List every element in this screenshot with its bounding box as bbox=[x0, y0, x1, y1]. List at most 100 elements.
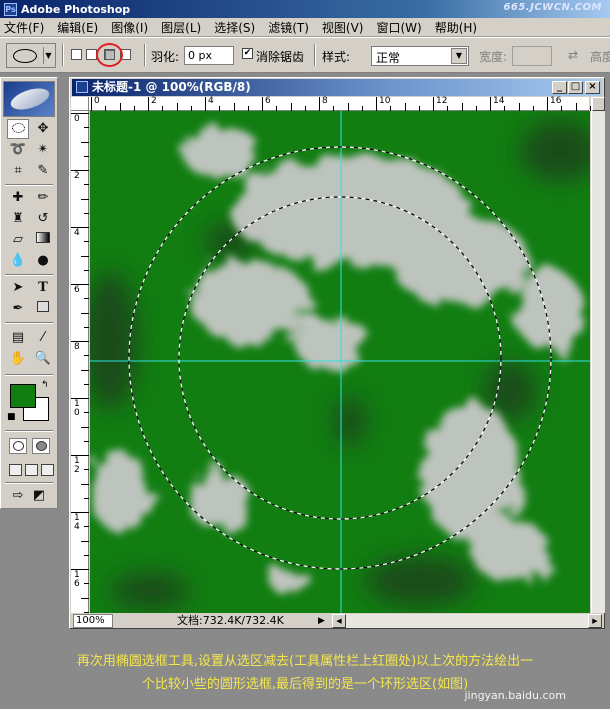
width-input bbox=[512, 46, 552, 66]
feather-input[interactable]: 0 px bbox=[184, 46, 234, 65]
ruler-v-minor-tick bbox=[84, 184, 89, 186]
eraser-tool-icon[interactable]: ▱ bbox=[7, 230, 29, 250]
history-brush-tool-icon[interactable]: ↺ bbox=[32, 209, 54, 229]
scroll-up-arrow[interactable] bbox=[592, 97, 605, 111]
ruler-h-tick: 16 bbox=[547, 97, 561, 111]
horizontal-ruler[interactable]: 0 2 4 6 8 10 12 14 16 bbox=[89, 96, 591, 111]
magic-wand-tool-icon[interactable]: ✴ bbox=[32, 140, 54, 160]
zoom-field[interactable]: 100% bbox=[73, 614, 113, 628]
menu-select[interactable]: 选择(S) bbox=[214, 19, 255, 36]
swap-colors-icon[interactable]: ↰ bbox=[41, 380, 49, 390]
ruler-v-minor-tick bbox=[84, 212, 89, 214]
document-title-bar: 未标题-1 @ 100%(RGB/8) _ □ × bbox=[72, 79, 602, 96]
vertical-ruler[interactable]: 0 2 4 6 8 10 12 14 16 bbox=[71, 111, 89, 613]
ruler-v-tick: 10 bbox=[71, 398, 89, 418]
menu-layer[interactable]: 图层(L) bbox=[161, 19, 201, 36]
new-selection-mode-icon[interactable] bbox=[71, 49, 82, 60]
menu-image[interactable]: 图像(I) bbox=[111, 19, 148, 36]
type-tool-icon[interactable]: T bbox=[32, 278, 54, 298]
minimize-button[interactable]: _ bbox=[552, 81, 567, 94]
menu-window[interactable]: 窗口(W) bbox=[376, 19, 421, 36]
options-divider bbox=[144, 44, 146, 66]
menu-filter[interactable]: 滤镜(T) bbox=[268, 19, 309, 36]
notes-tool-icon[interactable]: ▤ bbox=[7, 328, 29, 348]
ruler-v-minor-tick bbox=[84, 269, 89, 271]
menu-view[interactable]: 视图(V) bbox=[322, 19, 364, 36]
ruler-v-tick: 2 bbox=[71, 170, 89, 181]
marquee-tool-icon[interactable] bbox=[7, 119, 29, 139]
chevron-down-icon: ▼ bbox=[451, 48, 467, 64]
width-label: 宽度: bbox=[479, 50, 508, 64]
clone-stamp-tool-icon[interactable]: ♜ bbox=[7, 209, 29, 229]
tutorial-caption: 再次用椭圆选框工具,设置从选区减去(工具属性栏上红圈处)以上次的方法绘出一 个比… bbox=[0, 636, 610, 709]
red-highlight-circle bbox=[96, 43, 123, 67]
standard-screen-mode-icon[interactable] bbox=[9, 464, 22, 476]
pen-tool-icon[interactable]: ✒ bbox=[7, 299, 29, 319]
toolbox-divider bbox=[5, 184, 53, 186]
ruler-v-label: 10 bbox=[74, 399, 80, 418]
style-label: 样式: bbox=[322, 50, 351, 64]
style-select[interactable]: 正常 ▼ bbox=[371, 46, 469, 66]
ruler-h-label: 2 bbox=[151, 96, 157, 106]
crop-tool-icon[interactable]: ⌗ bbox=[7, 161, 29, 181]
scroll-left-arrow[interactable]: ◀ bbox=[332, 614, 346, 628]
antialias-checkbox[interactable]: ✔ bbox=[242, 48, 253, 59]
status-menu-arrow-icon[interactable]: ▶ bbox=[318, 614, 328, 628]
ruler-v-minor-tick bbox=[81, 597, 89, 599]
swap-icon: ⇄ bbox=[568, 48, 579, 62]
healing-brush-tool-icon[interactable]: ✚ bbox=[7, 188, 29, 208]
ruler-v-minor-tick bbox=[84, 440, 89, 442]
elliptical-marquee-icon bbox=[13, 49, 37, 63]
zoom-tool-icon[interactable]: 🔍 bbox=[32, 349, 54, 369]
image-canvas[interactable] bbox=[90, 111, 590, 613]
caption-line-1: 再次用椭圆选框工具,设置从选区减去(工具属性栏上红圈处)以上次的方法绘出一 bbox=[76, 654, 534, 669]
vertical-scrollbar[interactable] bbox=[591, 97, 605, 613]
foreground-color-swatch[interactable] bbox=[10, 384, 36, 408]
menu-file[interactable]: 文件(F) bbox=[4, 19, 44, 36]
menu-help[interactable]: 帮助(H) bbox=[435, 19, 477, 36]
shape-tool-icon[interactable] bbox=[32, 299, 54, 319]
ruler-origin[interactable] bbox=[71, 97, 89, 111]
ruler-v-minor-tick bbox=[81, 198, 89, 200]
ruler-v-tick: 8 bbox=[71, 341, 89, 352]
gradient-tool-icon[interactable] bbox=[32, 230, 54, 250]
chevron-down-icon: ▼ bbox=[43, 47, 53, 64]
ruler-v-label: 8 bbox=[74, 342, 80, 352]
tool-preset-picker[interactable]: ▼ bbox=[6, 43, 56, 68]
style-select-value: 正常 bbox=[376, 51, 401, 65]
imageready-icon[interactable]: ◩ bbox=[28, 486, 50, 506]
hand-tool-icon[interactable]: ✋ bbox=[7, 349, 29, 369]
ruler-h-label: 16 bbox=[550, 96, 562, 106]
horizontal-scrollbar[interactable]: ◀ ▶ bbox=[332, 614, 602, 628]
ruler-v-minor-tick bbox=[84, 298, 89, 300]
ruler-h-label: 8 bbox=[322, 96, 328, 106]
slice-tool-icon[interactable]: ✎ bbox=[32, 161, 54, 181]
move-tool-icon[interactable]: ✥ bbox=[32, 119, 54, 139]
path-selection-tool-icon[interactable]: ➤ bbox=[7, 278, 29, 298]
toolbox-divider bbox=[5, 274, 53, 276]
brush-tool-icon[interactable]: ✏ bbox=[32, 188, 54, 208]
maximize-button[interactable]: □ bbox=[568, 81, 583, 94]
document-title: 未标题-1 @ 100%(RGB/8) bbox=[92, 80, 251, 94]
jump-to-imageready-icon[interactable]: ⇨ bbox=[7, 486, 29, 506]
lasso-tool-icon[interactable]: ➰ bbox=[7, 140, 29, 160]
quick-mask-mode-button[interactable] bbox=[32, 438, 50, 454]
full-screen-menu-mode-icon[interactable] bbox=[25, 464, 38, 476]
ruler-v-tick: 0 bbox=[71, 113, 89, 124]
blur-tool-icon[interactable]: 💧 bbox=[7, 251, 29, 271]
scroll-right-arrow[interactable]: ▶ bbox=[588, 614, 602, 628]
document-icon bbox=[76, 81, 88, 93]
menu-edit[interactable]: 编辑(E) bbox=[57, 19, 98, 36]
close-button[interactable]: × bbox=[585, 81, 600, 94]
ruler-h-minor-tick bbox=[176, 103, 178, 111]
caption-watermark: jingyan.baidu.com bbox=[464, 689, 566, 702]
ruler-h-minor-tick bbox=[347, 103, 349, 111]
toolbox-divider bbox=[5, 322, 53, 324]
default-colors-icon[interactable]: ■ bbox=[7, 412, 16, 422]
ruler-h-tick: 14 bbox=[490, 97, 504, 111]
dodge-tool-icon[interactable]: ● bbox=[32, 251, 54, 271]
eyedropper-tool-icon[interactable]: ⁄ bbox=[32, 328, 54, 348]
ruler-h-tick: 10 bbox=[376, 97, 390, 111]
full-screen-mode-icon[interactable] bbox=[41, 464, 54, 476]
standard-mode-button[interactable] bbox=[9, 438, 27, 454]
